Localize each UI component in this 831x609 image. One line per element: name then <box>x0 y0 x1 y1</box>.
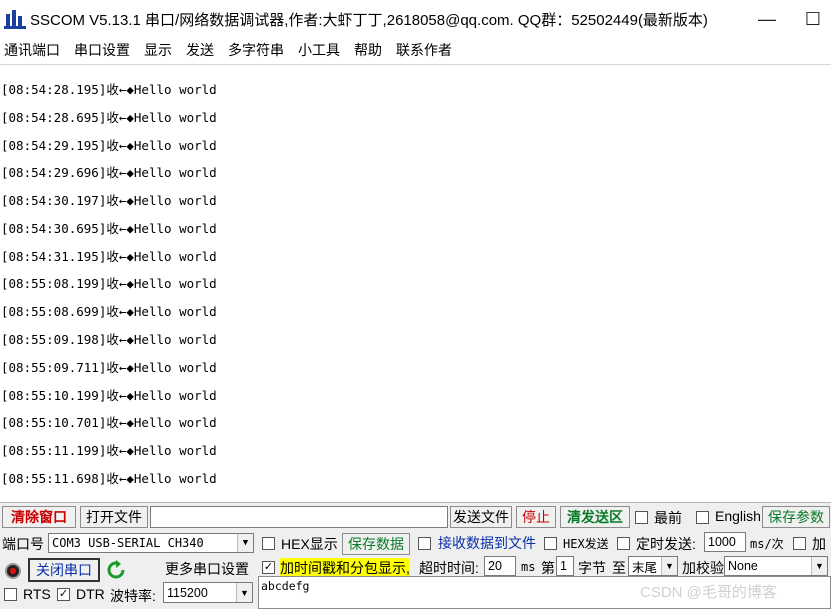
hex-send-label: HEX发送 <box>563 537 609 551</box>
timestamp-checkbox[interactable]: ✓ <box>262 561 275 574</box>
send-text: abcdefg <box>261 579 310 593</box>
log-line: [08:54:30.695]收←◆Hello world <box>1 221 217 236</box>
log-line: [08:54:29.696]收←◆Hello world <box>1 165 217 180</box>
baud-select[interactable]: 115200 ▼ <box>163 582 253 603</box>
port-select[interactable]: COM3 USB-SERIAL CH340 ▼ <box>48 533 254 553</box>
log-line: [08:55:10.701]收←◆Hello world <box>1 415 217 430</box>
menu-serial-settings[interactable]: 串口设置 <box>74 40 130 60</box>
hex-send-checkbox[interactable] <box>544 537 557 550</box>
timeout-input[interactable]: 20 <box>484 556 516 576</box>
log-line: [08:54:31.195]收←◆Hello world <box>1 249 217 264</box>
chevron-down-icon: ▼ <box>811 557 827 575</box>
log-line: [08:55:11.698]收←◆Hello world <box>1 471 217 486</box>
menu-help[interactable]: 帮助 <box>354 40 382 60</box>
menu-contact-author[interactable]: 联系作者 <box>396 40 452 60</box>
toolbar: 清除窗口 打开文件 发送文件 停止 清发送区 最前 English 保存参数 <box>0 502 831 530</box>
recv-to-file-checkbox[interactable] <box>418 537 431 550</box>
chevron-down-icon: ▼ <box>661 557 677 575</box>
save-params-button[interactable]: 保存参数 <box>762 506 830 528</box>
more-settings-link[interactable]: 更多串口设置 <box>165 559 249 579</box>
menu-comm-port[interactable]: 通讯端口 <box>4 40 60 60</box>
add-label: 加 <box>812 536 826 552</box>
checksum-label: 加校验 <box>682 560 724 576</box>
log-line: [08:54:30.197]收←◆Hello world <box>1 193 217 208</box>
window-title: SSCOM V5.13.1 串口/网络数据调试器,作者:大虾丁丁,2618058… <box>30 11 708 29</box>
maximize-button[interactable]: ☐ <box>798 6 828 32</box>
clear-send-button[interactable]: 清发送区 <box>560 506 630 528</box>
english-label: English <box>715 508 761 524</box>
watermark: CSDN @毛哥的博客 <box>640 584 777 601</box>
timeout-label: 超时时间: <box>419 560 479 576</box>
timed-send-checkbox[interactable] <box>617 537 630 550</box>
port-value: COM3 USB-SERIAL CH340 <box>52 536 204 550</box>
timeout-unit: ms <box>521 560 536 574</box>
baud-value: 115200 <box>167 585 208 600</box>
english-checkbox[interactable] <box>696 511 709 524</box>
menu-send[interactable]: 发送 <box>186 40 214 60</box>
status-indicator-icon <box>5 563 21 579</box>
tail-select[interactable]: 末尾 ▼ <box>628 556 678 576</box>
dtr-checkbox[interactable]: ✓ <box>57 588 70 601</box>
close-port-button[interactable]: 关闭串口 <box>28 558 100 582</box>
to-label: 至 <box>612 560 626 576</box>
log-line: [08:55:10.199]收←◆Hello world <box>1 388 217 403</box>
tail-value: 末尾 <box>632 560 658 575</box>
title-bar: SSCOM V5.13.1 串口/网络数据调试器,作者:大虾丁丁,2618058… <box>0 0 831 38</box>
baud-label: 波特率: <box>110 588 156 604</box>
checksum-select[interactable]: None ▼ <box>724 556 828 576</box>
log-line: [08:55:09.198]收←◆Hello world <box>1 332 217 347</box>
send-file-button[interactable]: 发送文件 <box>450 506 512 528</box>
byte-label: 字节 <box>578 560 606 576</box>
save-data-button[interactable]: 保存数据 <box>342 533 410 555</box>
log-line: [08:54:28.695]收←◆Hello world <box>1 110 217 125</box>
topmost-checkbox[interactable] <box>635 511 648 524</box>
menu-tools[interactable]: 小工具 <box>298 40 340 60</box>
chevron-down-icon: ▼ <box>237 534 253 552</box>
log-line: [08:55:08.699]收←◆Hello world <box>1 304 217 319</box>
rts-checkbox[interactable] <box>4 588 17 601</box>
file-path-input[interactable] <box>150 506 448 528</box>
recv-to-file-button[interactable]: 接收数据到文件 <box>436 531 538 555</box>
stop-button[interactable]: 停止 <box>516 506 556 528</box>
chevron-down-icon: ▼ <box>236 583 252 602</box>
hex-display-label: HEX显示 <box>281 536 338 552</box>
checksum-value: None <box>728 559 758 573</box>
clear-window-button[interactable]: 清除窗口 <box>2 506 76 528</box>
log-line: [08:55:09.711]收←◆Hello world <box>1 360 217 375</box>
receive-area[interactable]: [08:54:28.195]收←◆Hello world [08:54:28.6… <box>0 64 831 502</box>
port-label: 端口号 <box>2 536 44 552</box>
interval-input[interactable]: 1000 <box>704 532 746 552</box>
timestamp-label: 加时间戳和分包显示, <box>280 558 410 578</box>
menu-bar: 通讯端口 串口设置 显示 发送 多字符串 小工具 帮助 联系作者 <box>0 38 831 62</box>
refresh-icon[interactable] <box>106 560 126 580</box>
log-line: [08:54:29.195]收←◆Hello world <box>1 138 217 153</box>
topmost-label: 最前 <box>654 510 682 526</box>
menu-display[interactable]: 显示 <box>144 40 172 60</box>
add-checkbox[interactable] <box>793 537 806 550</box>
timed-send-label: 定时发送: <box>636 536 696 552</box>
hex-display-checkbox[interactable] <box>262 537 275 550</box>
page-label: 第 <box>541 560 555 576</box>
dtr-label: DTR <box>76 586 105 602</box>
app-logo-icon <box>4 8 26 30</box>
open-file-button[interactable]: 打开文件 <box>80 506 148 528</box>
log-line: [08:55:08.199]收←◆Hello world <box>1 276 217 291</box>
log-line: [08:54:28.195]收←◆Hello world <box>1 82 217 97</box>
rts-label: RTS <box>23 586 51 602</box>
menu-multi-string[interactable]: 多字符串 <box>228 40 284 60</box>
interval-unit: ms/次 <box>750 537 784 551</box>
minimize-button[interactable]: — <box>752 6 782 32</box>
log-line: [08:55:11.199]收←◆Hello world <box>1 443 217 458</box>
byte-start-input[interactable]: 1 <box>556 556 574 576</box>
